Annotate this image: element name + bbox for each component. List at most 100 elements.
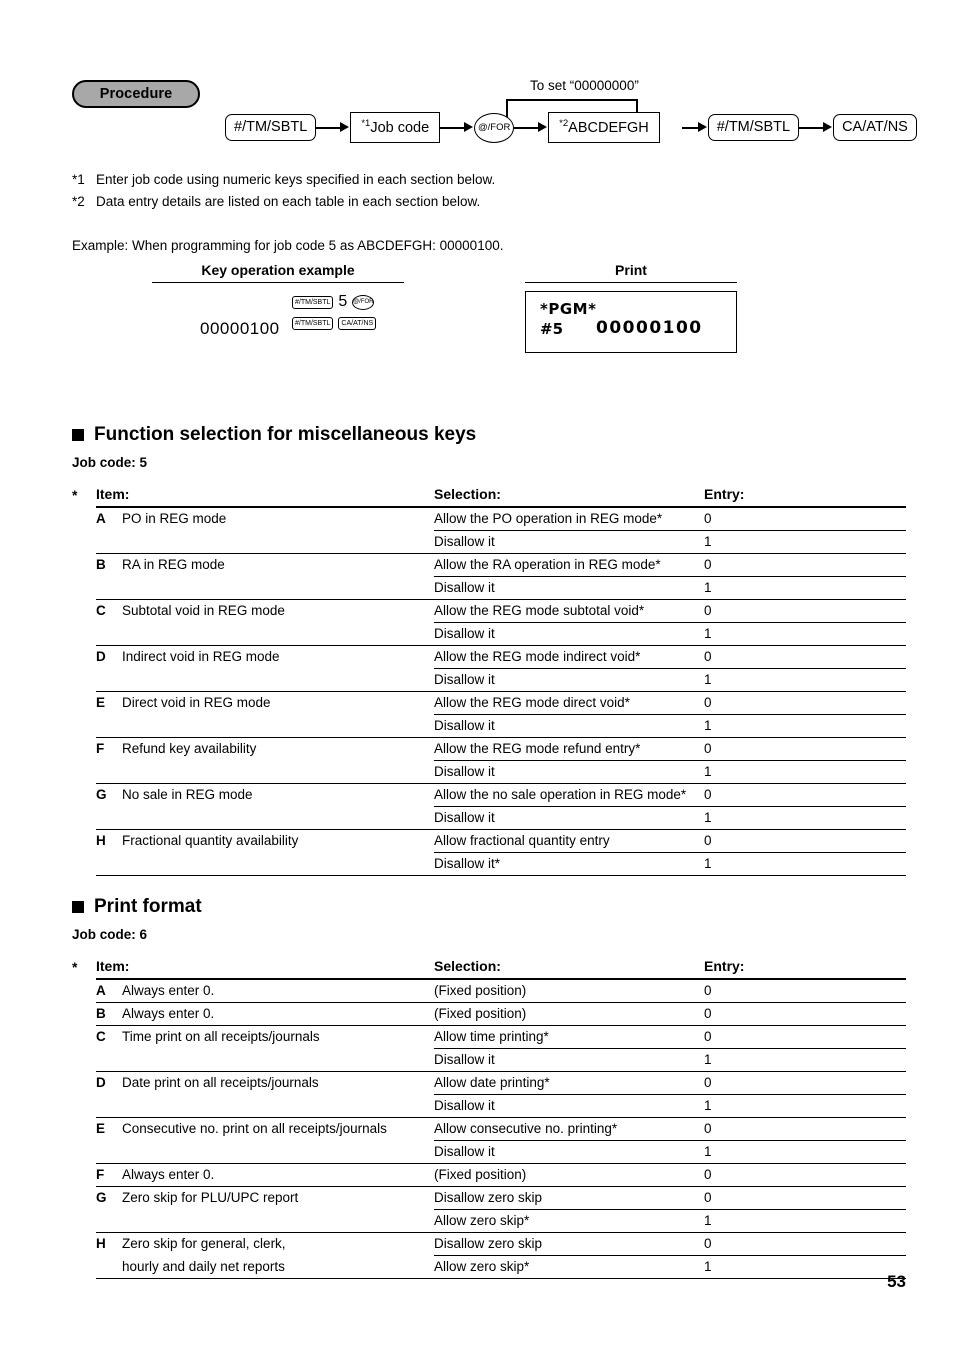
section-0-jobcode: Job code: 5 bbox=[72, 455, 906, 470]
section-print-format: Print format Job code: 6 * Item: Selecti… bbox=[72, 896, 907, 1280]
row-entry: 1 bbox=[704, 576, 907, 601]
col-star: * bbox=[72, 487, 78, 503]
row-selection: Allow the REG mode refund entry* bbox=[434, 737, 705, 762]
section-function-selection: Function selection for miscellaneous key… bbox=[72, 424, 907, 877]
row-letter bbox=[96, 622, 122, 647]
flow-key-abcdefgh-label: ABCDEFGH bbox=[568, 119, 649, 136]
section-0-table: * Item: Selection: Entry: A PO in REG mod… bbox=[72, 486, 907, 877]
row-letter: G bbox=[96, 1190, 107, 1206]
table-row: Disallow it 1 bbox=[72, 622, 907, 647]
row-entry: 1 bbox=[704, 1140, 907, 1165]
row-entry: 0 bbox=[704, 1163, 907, 1188]
row-item-description bbox=[122, 806, 435, 831]
table-row: D Indirect void in REG mode Allow the REG … bbox=[72, 645, 907, 670]
row-star-cell bbox=[72, 669, 96, 692]
row-star-cell bbox=[72, 600, 96, 623]
row-letter: H bbox=[96, 1236, 106, 1252]
row-item-description: Consecutive no. print on all receipts/jo… bbox=[122, 1121, 387, 1137]
row-star-cell bbox=[72, 1026, 96, 1049]
row-star-cell bbox=[72, 1233, 96, 1256]
row-star-cell bbox=[72, 1095, 96, 1118]
table-row: F Refund key availability Allow the REG mo… bbox=[72, 737, 907, 762]
row-item-description: Zero skip for general, clerk, bbox=[122, 1236, 286, 1252]
table-row: Disallow it 1 bbox=[72, 668, 907, 693]
table-row: Disallow it 1 bbox=[72, 806, 907, 831]
mini-key-tm-sbtl-1: #/TM/SBTL bbox=[292, 295, 334, 309]
table-row: E Direct void in REG mode Allow the REG mo… bbox=[72, 691, 907, 716]
row-letter bbox=[96, 1209, 122, 1234]
row-item-description: Zero skip for PLU/UPC report bbox=[122, 1190, 299, 1206]
table-row: D Date print on all receipts/journals Allo… bbox=[72, 1071, 907, 1096]
row-letter: E bbox=[96, 1121, 106, 1137]
table-row: Disallow it 1 bbox=[72, 714, 907, 739]
row-star-cell bbox=[72, 830, 96, 853]
row-selection: Allow the REG mode indirect void* bbox=[434, 645, 705, 670]
flow-arrow-5 bbox=[799, 121, 833, 135]
row-entry: 0 bbox=[704, 1232, 907, 1257]
row-entry: 0 bbox=[704, 783, 907, 808]
row-star-cell bbox=[72, 807, 96, 830]
row-star-cell bbox=[72, 1164, 96, 1187]
flow-key-job-code-label: Job code bbox=[370, 119, 430, 136]
row-item-description: PO in REG mode bbox=[122, 511, 227, 526]
footnote-2-marker: *2 bbox=[72, 194, 85, 209]
row-entry: 1 bbox=[704, 1255, 907, 1280]
row-star-cell bbox=[72, 577, 96, 600]
row-item-description bbox=[122, 852, 435, 877]
table-row: B RA in REG mode Allow the RA operation in… bbox=[72, 553, 907, 578]
row-selection: Disallow it* bbox=[434, 852, 705, 877]
footnote-1-marker: *1 bbox=[72, 172, 85, 187]
table-row: Disallow it 1 bbox=[72, 760, 907, 785]
row-entry: 1 bbox=[704, 760, 907, 785]
row-entry: 0 bbox=[704, 1025, 907, 1050]
section-bullet-icon bbox=[72, 901, 84, 913]
section-0-jobcode-value: 5 bbox=[139, 455, 148, 470]
row-selection: Disallow it bbox=[434, 1094, 705, 1119]
row-entry: 1 bbox=[704, 714, 907, 739]
row-selection: Disallow it bbox=[434, 622, 705, 647]
row-letter bbox=[96, 576, 122, 601]
row-selection: Disallow it bbox=[434, 668, 705, 693]
row-item-description bbox=[122, 622, 435, 647]
row-entry: 0 bbox=[704, 645, 907, 670]
row-selection: Disallow it bbox=[434, 530, 705, 555]
row-selection: Disallow it bbox=[434, 1048, 705, 1073]
row-letter: A bbox=[96, 511, 106, 526]
row-letter: A bbox=[96, 979, 122, 1004]
row-star-cell bbox=[72, 738, 96, 761]
footnote-ref-2: *2 bbox=[559, 118, 569, 129]
section-1-title-row: Print format bbox=[72, 896, 906, 918]
row-letter bbox=[96, 1140, 122, 1165]
table-row: Disallow it 1 bbox=[72, 576, 907, 601]
row-letter bbox=[96, 714, 122, 739]
col-entry: Entry: bbox=[704, 486, 907, 508]
table-row: A Always enter 0. (Fixed position) 0 bbox=[72, 979, 907, 1004]
row-letter bbox=[96, 852, 122, 877]
flow-arrow-2 bbox=[440, 121, 474, 135]
table-row: Allow zero skip* 1 bbox=[72, 1209, 907, 1234]
row-item-description: No sale in REG mode bbox=[122, 787, 253, 803]
section-1-jobcode: Job code: 6 bbox=[72, 927, 906, 942]
key-sequence-row-2: #/TM/SBTL CA/AT/NS bbox=[292, 317, 377, 330]
col-entry: Entry: bbox=[704, 958, 907, 980]
receipt-line-value: 00000100 bbox=[596, 318, 703, 338]
key-operation-example-heading: Key operation example bbox=[152, 262, 404, 283]
row-star-cell bbox=[72, 1210, 96, 1233]
row-item-description bbox=[122, 530, 435, 555]
row-star-cell bbox=[72, 646, 96, 669]
row-entry: 1 bbox=[704, 622, 907, 647]
row-star-cell bbox=[72, 1049, 96, 1072]
row-entry: 1 bbox=[704, 806, 907, 831]
table-row: F Always enter 0. (Fixed position) 0 bbox=[72, 1163, 907, 1188]
row-selection: Allow the REG mode direct void* bbox=[434, 691, 705, 716]
row-letter: C bbox=[96, 603, 106, 619]
row-selection: (Fixed position) bbox=[434, 979, 705, 1004]
table-row: C Time print on all receipts/journals Allo… bbox=[72, 1025, 907, 1050]
row-entry: 1 bbox=[704, 852, 907, 877]
row-selection: Disallow it bbox=[434, 760, 705, 785]
mini-key-ca-at-ns: CA/AT/NS bbox=[338, 317, 377, 330]
row-item-description bbox=[122, 1048, 435, 1073]
row-item-description: Direct void in REG mode bbox=[122, 695, 271, 711]
row-star-cell bbox=[72, 784, 96, 807]
row-star-cell bbox=[72, 507, 96, 531]
